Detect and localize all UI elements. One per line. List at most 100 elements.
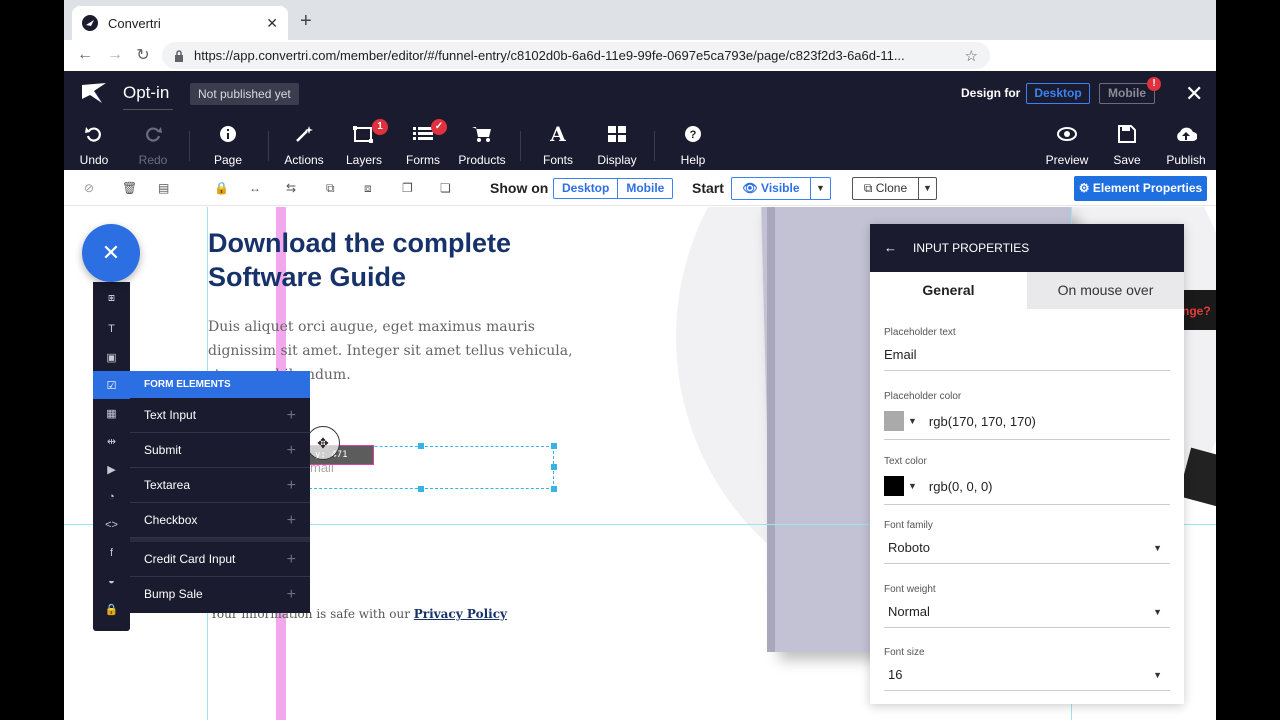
clone-button[interactable]: ⧉ Clone ▼ <box>852 177 937 200</box>
address-bar[interactable]: https://app.convertri.com/member/editor/… <box>162 42 990 69</box>
menu-item-label: Submit <box>144 443 182 457</box>
placeholder-color-value[interactable]: rgb(170, 170, 170) <box>929 414 1036 429</box>
tool-label: Products <box>458 153 506 167</box>
menu-item-label: Credit Card Input <box>144 552 236 566</box>
code-element-icon[interactable]: <> <box>93 511 130 539</box>
reload-icon[interactable]: ↻ <box>128 45 158 65</box>
color-swatch[interactable] <box>884 476 904 496</box>
group-icon[interactable]: ⧉ <box>326 181 340 195</box>
form-element-submit[interactable]: Submit + <box>130 433 310 468</box>
tab-general[interactable]: General <box>870 272 1027 309</box>
preview-button[interactable]: Preview <box>1037 123 1097 167</box>
add-icon[interactable]: + <box>287 398 296 433</box>
privacy-policy-link[interactable]: Privacy Policy <box>414 607 507 621</box>
tool-label: Undo <box>79 153 109 167</box>
design-for-label: Design for <box>961 86 1021 100</box>
tool-label: Layers <box>345 153 383 167</box>
ungroup-icon[interactable]: ⧈ <box>364 181 378 195</box>
form-element-textarea[interactable]: Textarea + <box>130 468 310 503</box>
font-weight-select[interactable]: Normal ▼ <box>884 604 1170 628</box>
form-element-credit-card[interactable]: Credit Card Input + <box>130 542 310 577</box>
show-on-mobile-button[interactable]: Mobile <box>617 179 672 198</box>
add-icon[interactable]: + <box>287 577 296 612</box>
timer-element-icon[interactable]: ◔ <box>93 483 130 511</box>
products-button[interactable]: Products <box>452 123 512 167</box>
form-element-text-input[interactable]: Text Input + <box>130 398 310 433</box>
bookmark-star-icon[interactable]: ☆ <box>965 47 978 65</box>
font-family-field: Font family Roboto ▼ <box>884 520 1170 564</box>
tab-close-icon[interactable]: ✕ <box>266 15 278 32</box>
convertri-favicon-icon <box>82 15 98 31</box>
align-icon[interactable]: ⇆ <box>286 181 300 195</box>
display-button[interactable]: Display <box>587 123 647 167</box>
shape-element-icon[interactable]: ◒ <box>93 567 130 595</box>
undo-icon <box>64 123 124 145</box>
forms-button[interactable]: ✓ Forms <box>393 119 453 167</box>
forward-arrow-icon[interactable]: → <box>100 46 130 64</box>
text-element-icon[interactable]: T <box>93 315 130 343</box>
form-element-checkbox[interactable]: Checkbox + <box>130 503 310 538</box>
publish-button[interactable]: Publish <box>1156 123 1216 167</box>
trash-icon[interactable]: 🗑 <box>122 181 137 195</box>
headline-text[interactable]: Download the complete Software Guide <box>208 226 608 294</box>
bring-forward-icon[interactable]: ❐ <box>402 181 416 195</box>
puzzle-icon[interactable]: ⧆ <box>93 284 130 312</box>
add-icon[interactable]: + <box>287 503 296 538</box>
text-color-value[interactable]: rgb(0, 0, 0) <box>929 479 993 494</box>
save-button[interactable]: Save <box>1097 123 1157 167</box>
back-arrow-icon[interactable]: ← <box>70 46 100 64</box>
chevron-down-icon[interactable]: ▼ <box>908 481 917 491</box>
add-icon[interactable]: + <box>287 542 296 577</box>
new-tab-icon[interactable]: + <box>300 10 312 33</box>
full-width-icon[interactable]: ▤ <box>158 181 172 195</box>
chevron-down-icon[interactable]: ▼ <box>908 416 917 426</box>
facebook-element-icon[interactable]: f <box>93 539 130 567</box>
tab-on-mouse-over[interactable]: On mouse over <box>1027 272 1184 309</box>
form-element-bump-sale[interactable]: Bump Sale + <box>130 577 310 612</box>
browser-tab[interactable]: Convertri ✕ <box>72 6 288 40</box>
section-element-icon[interactable]: ▦ <box>93 399 130 427</box>
undo-button[interactable]: Undo <box>64 123 124 167</box>
tool-label: Publish <box>1166 153 1206 167</box>
close-elements-button[interactable]: ✕ <box>82 224 140 282</box>
toolbar-divider <box>189 131 190 161</box>
chevron-down-icon[interactable]: ▼ <box>810 178 830 199</box>
image-element-icon[interactable]: ▣ <box>93 343 130 371</box>
send-backward-icon[interactable]: ❏ <box>440 181 454 195</box>
element-toolbar: ⊘ 🗑 ▤ 🔒 ↔ ⇆ ⧉ ⧈ ❐ ❏ Show on Desktop Mobi… <box>64 170 1216 206</box>
color-swatch[interactable] <box>884 411 904 431</box>
chevron-down-icon[interactable]: ▼ <box>918 178 936 199</box>
resize-handle[interactable] <box>551 486 557 492</box>
field-label: Font family <box>884 520 933 531</box>
divider-element-icon[interactable]: ⇹ <box>93 427 130 455</box>
hide-icon[interactable]: ⊘ <box>84 181 98 195</box>
tool-label: Help <box>680 153 706 167</box>
actions-button[interactable]: Actions <box>274 123 334 167</box>
add-icon[interactable]: + <box>287 433 296 468</box>
form-element-icon[interactable]: ☑ <box>93 371 130 399</box>
resize-handle[interactable] <box>551 443 557 449</box>
fonts-button[interactable]: A Fonts <box>528 122 588 167</box>
page-title[interactable]: Opt-in <box>123 83 169 103</box>
lock-element-icon[interactable]: 🔒 <box>93 595 130 623</box>
lock-icon[interactable]: 🔒 <box>214 181 229 195</box>
element-properties-button[interactable]: ⚙ Element Properties <box>1074 176 1207 201</box>
placeholder-text-input[interactable]: Email <box>884 347 1170 371</box>
stretch-icon[interactable]: ↔ <box>249 181 263 195</box>
close-editor-icon[interactable]: ✕ <box>1185 81 1203 107</box>
design-desktop-button[interactable]: Desktop <box>1026 83 1090 104</box>
font-size-select[interactable]: 16 ▼ <box>884 667 1170 691</box>
redo-button[interactable]: Redo <box>123 123 183 167</box>
back-arrow-icon[interactable]: ← <box>884 240 897 255</box>
resize-handle[interactable] <box>551 464 557 470</box>
layers-button[interactable]: 1 Layers <box>334 119 394 167</box>
video-element-icon[interactable]: ▶ <box>93 455 130 483</box>
help-button[interactable]: ? Help <box>663 123 723 167</box>
font-family-select[interactable]: Roboto ▼ <box>884 540 1170 564</box>
resize-handle[interactable] <box>418 486 424 492</box>
show-on-desktop-button[interactable]: Desktop <box>554 179 617 198</box>
resize-handle[interactable] <box>418 443 424 449</box>
add-icon[interactable]: + <box>287 468 296 503</box>
visibility-select[interactable]: 👁 Visible ▼ <box>731 177 831 200</box>
page-button[interactable]: Page <box>198 123 258 167</box>
